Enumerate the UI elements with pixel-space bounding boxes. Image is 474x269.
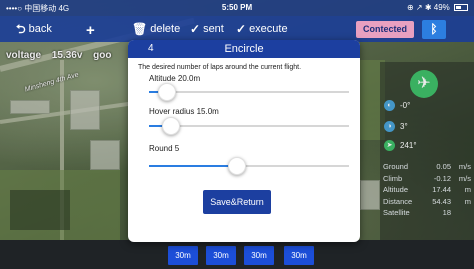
delete-label: delete <box>150 23 181 35</box>
bottom-bar: 30m 30m 30m 30m <box>0 240 474 269</box>
slider-thumb[interactable] <box>158 83 176 101</box>
back-label: back <box>28 23 52 35</box>
battery-icon <box>454 4 468 12</box>
bluetooth-button[interactable]: ᛒ <box>422 20 446 39</box>
check-icon: ✓ <box>190 22 201 36</box>
round-slider[interactable] <box>149 157 349 175</box>
save-return-button[interactable]: Save&Return <box>203 190 271 214</box>
connection-status-button[interactable]: Contected <box>356 21 414 38</box>
hover-radius-slider[interactable] <box>149 117 349 135</box>
slider-track <box>149 91 349 93</box>
altitude-label: Altitude 20.0m <box>149 74 201 83</box>
distance-button-2[interactable]: 30m <box>206 246 236 265</box>
hover-radius-label: Hover radius 15.0m <box>149 107 219 116</box>
execute-label: execute <box>249 23 288 35</box>
clock: 5:50 PM <box>221 3 253 12</box>
slider-thumb[interactable] <box>162 117 180 135</box>
plus-icon: + <box>86 22 95 39</box>
check-icon: ✓ <box>236 22 247 36</box>
dialog-header: 4 Encircle <box>128 40 360 58</box>
dialog-title: Encircle <box>224 43 264 55</box>
add-button[interactable]: + <box>86 23 95 38</box>
distance-button-4[interactable]: 30m <box>284 246 314 265</box>
bluetooth-icon: ᛒ <box>430 22 438 36</box>
round-label: Round 5 <box>149 144 180 153</box>
sent-label: sent <box>203 23 224 35</box>
status-bar: ••••○ 中国移动 4G 5:50 PM ⊕ ↗ ✱ 49% <box>0 0 474 16</box>
status-right: ⊕ ↗ ✱ 49% <box>407 3 468 12</box>
top-toolbar: ⮌ back + 🗑 delete ✓ sent ✓ execute Conte… <box>0 16 474 42</box>
distance-button-1[interactable]: 30m <box>168 246 198 265</box>
altitude-slider[interactable] <box>149 83 349 101</box>
sent-button[interactable]: ✓ sent <box>190 23 224 35</box>
slider-thumb[interactable] <box>228 157 246 175</box>
slider-fill <box>149 165 237 167</box>
encircle-dialog: 4 Encircle The desired number of laps ar… <box>128 40 360 242</box>
status-indicators: ⊕ ↗ ✱ 49% <box>406 3 450 12</box>
dialog-description: The desired number of laps around the cu… <box>138 64 302 71</box>
trash-icon: 🗑 <box>132 22 148 36</box>
back-button[interactable]: ⮌ back <box>16 23 52 35</box>
delete-button[interactable]: 🗑 delete <box>132 23 180 35</box>
back-arrow-icon: ⮌ <box>16 22 26 36</box>
execute-button[interactable]: ✓ execute <box>236 23 288 35</box>
distance-button-3[interactable]: 30m <box>244 246 274 265</box>
